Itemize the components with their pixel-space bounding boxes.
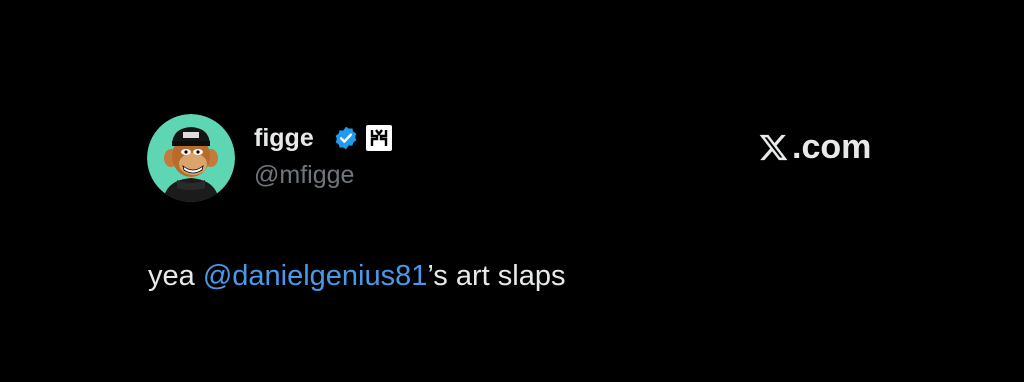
mention-link[interactable]: @danielgenius81 [203, 260, 428, 292]
verified-badge-icon [335, 126, 357, 150]
affiliate-logo-icon[interactable] [366, 125, 392, 151]
tweet-text: yea @danielgenius81’s art slaps [148, 259, 565, 293]
tweet-text-suffix: ’s art slaps [427, 260, 566, 292]
brand-watermark: .com [758, 127, 871, 167]
tweet-card: figge @mfigge .com yea @danielgenius81’s… [0, 0, 1024, 382]
x-logo-icon [759, 134, 788, 160]
user-handle[interactable]: @mfigge [254, 160, 354, 190]
tweet-text-prefix: yea [148, 260, 203, 292]
bored-ape-avatar-icon[interactable] [147, 114, 235, 202]
brand-domain: .com [792, 128, 872, 166]
display-name[interactable]: figge [254, 123, 314, 153]
